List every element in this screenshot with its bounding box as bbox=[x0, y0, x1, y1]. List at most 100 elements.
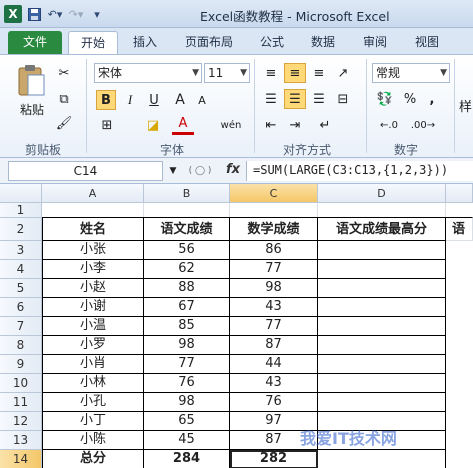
cell-d3[interactable] bbox=[318, 241, 446, 260]
cell-c10[interactable]: 43 bbox=[230, 374, 318, 393]
increase-font-icon[interactable]: A bbox=[170, 90, 190, 110]
paste-icon[interactable] bbox=[14, 61, 50, 99]
align-middle-icon[interactable]: ≡ bbox=[284, 63, 306, 83]
cell-a12[interactable]: 小丁 bbox=[42, 412, 144, 431]
tab-data[interactable]: 数据 bbox=[302, 31, 344, 54]
cell-c14-total-selected[interactable]: 282 bbox=[230, 450, 318, 468]
formula-input[interactable]: =SUM(LARGE(C3:C13,{1,2,3})) bbox=[246, 161, 473, 181]
formula-bar-divider-handle[interactable]: ( ◯ ) bbox=[180, 164, 220, 178]
cell-c6[interactable]: 43 bbox=[230, 298, 318, 317]
borders-icon[interactable]: ⊞ bbox=[96, 115, 118, 135]
worksheet-grid[interactable]: A B C D 1 2 3 4 5 6 7 8 9 10 11 12 13 14… bbox=[0, 184, 473, 468]
excel-app-icon[interactable]: X bbox=[4, 5, 22, 23]
cell-b2-header[interactable]: 语文成绩 bbox=[144, 217, 230, 241]
cell-d7[interactable] bbox=[318, 317, 446, 336]
currency-icon[interactable]: 💱 bbox=[372, 89, 398, 109]
cell-b6[interactable]: 67 bbox=[144, 298, 230, 317]
cell-a8[interactable]: 小罗 bbox=[42, 336, 144, 355]
italic-button[interactable]: I bbox=[120, 90, 140, 110]
customize-qat-icon[interactable]: ▾ bbox=[88, 5, 106, 23]
row-header-7[interactable]: 7 bbox=[0, 317, 42, 336]
cell-b9[interactable]: 77 bbox=[144, 355, 230, 374]
paste-button[interactable]: 粘贴 bbox=[14, 101, 50, 117]
cell-b5[interactable]: 88 bbox=[144, 279, 230, 298]
column-header-e[interactable] bbox=[446, 184, 473, 203]
comma-icon[interactable]: , bbox=[422, 89, 442, 109]
cell-a4[interactable]: 小李 bbox=[42, 260, 144, 279]
align-bottom-icon[interactable]: ≡ bbox=[308, 63, 330, 83]
percent-icon[interactable]: % bbox=[400, 89, 420, 109]
cell-c8[interactable]: 87 bbox=[230, 336, 318, 355]
row-header-4[interactable]: 4 bbox=[0, 260, 42, 279]
cell-c9[interactable]: 44 bbox=[230, 355, 318, 374]
cell-b14-total[interactable]: 284 bbox=[144, 450, 230, 468]
cell-d14[interactable] bbox=[318, 450, 446, 468]
column-header-c[interactable]: C bbox=[230, 184, 318, 203]
cell-b7[interactable]: 85 bbox=[144, 317, 230, 336]
row-header-2[interactable]: 2 bbox=[0, 218, 42, 241]
row-header-5[interactable]: 5 bbox=[0, 279, 42, 298]
decrease-decimal-icon[interactable]: .00→ bbox=[408, 115, 438, 135]
row-header-13[interactable]: 13 bbox=[0, 431, 42, 450]
tab-insert[interactable]: 插入 bbox=[124, 31, 166, 54]
underline-button[interactable]: U bbox=[144, 90, 164, 110]
cell-d6[interactable] bbox=[318, 298, 446, 317]
row-header-11[interactable]: 11 bbox=[0, 393, 42, 412]
cell-c4[interactable]: 77 bbox=[230, 260, 318, 279]
align-right-icon[interactable]: ☰ bbox=[308, 89, 330, 109]
column-header-a[interactable]: A bbox=[42, 184, 144, 203]
tab-home[interactable]: 开始 bbox=[68, 31, 118, 54]
cell-d2-header[interactable]: 语文成绩最高分 bbox=[318, 217, 446, 241]
cell-c11[interactable]: 76 bbox=[230, 393, 318, 412]
cell-d10[interactable] bbox=[318, 374, 446, 393]
font-color-icon[interactable]: A bbox=[172, 115, 194, 135]
column-header-b[interactable]: B bbox=[144, 184, 230, 203]
font-name-select[interactable]: 宋体 ▼ bbox=[94, 63, 202, 83]
bold-button[interactable]: B bbox=[96, 90, 116, 110]
wrap-text-icon[interactable]: ↵ bbox=[310, 115, 340, 135]
cell-b4[interactable]: 62 bbox=[144, 260, 230, 279]
cell-b12[interactable]: 65 bbox=[144, 412, 230, 431]
cell-d9[interactable] bbox=[318, 355, 446, 374]
decrease-font-icon[interactable]: A bbox=[192, 90, 212, 110]
cell-c7[interactable]: 77 bbox=[230, 317, 318, 336]
align-top-icon[interactable]: ≡ bbox=[260, 63, 282, 83]
copy-icon[interactable]: ⧉ bbox=[54, 89, 74, 109]
insert-function-icon[interactable]: fx bbox=[226, 162, 240, 177]
cell-a7[interactable]: 小温 bbox=[42, 317, 144, 336]
name-box[interactable]: C14 bbox=[8, 161, 163, 181]
row-header-3[interactable]: 3 bbox=[0, 241, 42, 260]
cell-d8[interactable] bbox=[318, 336, 446, 355]
select-all-corner[interactable] bbox=[0, 184, 42, 203]
row-header-6[interactable]: 6 bbox=[0, 298, 42, 317]
row-header-10[interactable]: 10 bbox=[0, 374, 42, 393]
font-size-select[interactable]: 11 ▼ bbox=[204, 63, 250, 83]
cell-a3[interactable]: 小张 bbox=[42, 241, 144, 260]
save-icon[interactable] bbox=[25, 5, 43, 23]
number-format-select[interactable]: 常规 ▼ bbox=[372, 63, 450, 83]
cell-b8[interactable]: 98 bbox=[144, 336, 230, 355]
cell-a5[interactable]: 小赵 bbox=[42, 279, 144, 298]
row-header-14[interactable]: 14 bbox=[0, 450, 42, 468]
fill-color-icon[interactable]: ◪ bbox=[142, 115, 164, 135]
row-header-1[interactable]: 1 bbox=[0, 203, 42, 218]
cell-d11[interactable] bbox=[318, 393, 446, 412]
cell-a11[interactable]: 小孔 bbox=[42, 393, 144, 412]
cell-d1[interactable] bbox=[318, 203, 446, 218]
cell-e2-header[interactable]: 语 bbox=[446, 217, 473, 241]
cell-d4[interactable] bbox=[318, 260, 446, 279]
name-box-dropdown-icon[interactable]: ▼ bbox=[166, 162, 180, 180]
increase-decimal-icon[interactable]: ←.0 bbox=[374, 115, 404, 135]
undo-icon[interactable]: ↶▾ bbox=[46, 5, 64, 23]
orientation-icon[interactable]: ↗ bbox=[332, 63, 354, 83]
cell-c3[interactable]: 86 bbox=[230, 241, 318, 260]
row-header-9[interactable]: 9 bbox=[0, 355, 42, 374]
tab-review[interactable]: 审阅 bbox=[354, 31, 396, 54]
cell-b1[interactable] bbox=[144, 203, 230, 218]
row-header-12[interactable]: 12 bbox=[0, 412, 42, 431]
increase-indent-icon[interactable]: ⇥ bbox=[284, 115, 306, 135]
cell-a2-header[interactable]: 姓名 bbox=[42, 217, 144, 241]
cell-c5[interactable]: 98 bbox=[230, 279, 318, 298]
cell-a10[interactable]: 小林 bbox=[42, 374, 144, 393]
cell-b10[interactable]: 76 bbox=[144, 374, 230, 393]
